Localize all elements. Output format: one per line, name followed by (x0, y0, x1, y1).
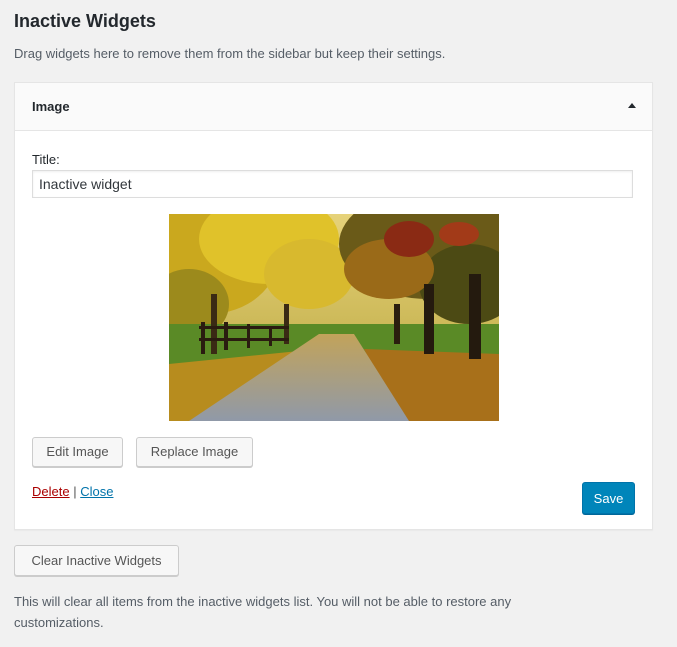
page-title: Inactive Widgets (14, 11, 156, 31)
replace-image-button[interactable]: Replace Image (136, 437, 253, 467)
title-input[interactable] (32, 170, 633, 198)
edit-image-button[interactable]: Edit Image (32, 437, 123, 467)
widget-header[interactable]: Image (15, 83, 652, 131)
clear-description: This will clear all items from the inact… (14, 594, 512, 630)
autumn-path-image (169, 214, 499, 421)
clear-inactive-widgets-button[interactable]: Clear Inactive Widgets (14, 545, 179, 576)
delete-link[interactable]: Delete (32, 484, 70, 499)
image-preview (169, 214, 499, 421)
widget-title: Image (32, 99, 70, 114)
widget-control-links: Delete | Close (32, 484, 113, 499)
title-label: Title: (32, 152, 60, 167)
save-button[interactable]: Save (582, 482, 635, 514)
arrow-up-icon[interactable] (626, 100, 638, 112)
image-widget: Image Title: Inactive widget Edit Image … (14, 82, 653, 530)
sidebar-description: Drag widgets here to remove them from th… (14, 46, 446, 61)
close-link[interactable]: Close (80, 484, 113, 499)
link-separator: | (73, 484, 77, 499)
